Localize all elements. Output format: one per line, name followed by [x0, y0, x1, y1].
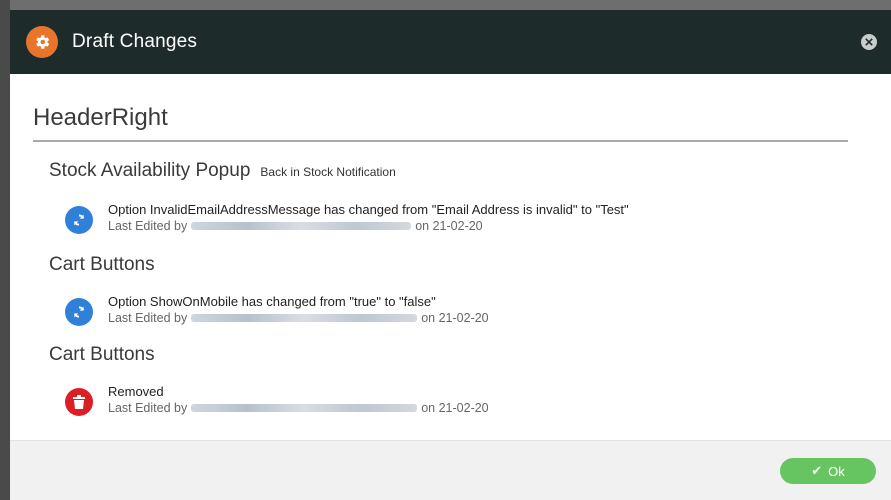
refresh-icon: [65, 298, 93, 326]
change-meta: Last Edited by on 21-02-20: [108, 400, 489, 416]
redacted-email: [191, 222, 412, 230]
edited-by-label: Last Edited by: [108, 311, 188, 325]
component-title: HeaderRight: [33, 104, 168, 131]
trash-icon: [65, 388, 93, 416]
change-meta: Last Edited by on 21-02-20: [108, 310, 489, 326]
dialog-footer: ✔ Ok: [10, 440, 891, 500]
edited-date: on 21-02-20: [415, 219, 483, 233]
draft-changes-dialog: Draft Changes HeaderRight Stock Availabi…: [10, 10, 891, 500]
redacted-email: [191, 314, 418, 322]
section-title: Cart Buttons: [49, 254, 155, 275]
close-icon[interactable]: [861, 34, 877, 50]
edited-date: on 21-02-20: [421, 311, 489, 325]
change-meta: Last Edited by on 21-02-20: [108, 218, 629, 234]
section-heading: Cart Buttons: [49, 344, 155, 366]
change-description: Removed: [108, 384, 164, 399]
divider: [33, 140, 848, 142]
redacted-email: [191, 404, 418, 412]
change-item: Removed Last Edited by on 21-02-20: [65, 384, 489, 416]
section-heading: Stock Availability Popup Back in Stock N…: [49, 160, 396, 182]
ok-label: Ok: [828, 463, 845, 479]
edited-date: on 21-02-20: [421, 401, 489, 415]
change-item: Option InvalidEmailAddressMessage has ch…: [65, 202, 629, 234]
ok-button[interactable]: ✔ Ok: [780, 458, 876, 484]
dialog-body: HeaderRight Stock Availability Popup Bac…: [10, 74, 891, 440]
section-heading: Cart Buttons: [49, 254, 155, 276]
refresh-icon: [65, 206, 93, 234]
change-description: Option InvalidEmailAddressMessage has ch…: [108, 202, 629, 217]
edited-by-label: Last Edited by: [108, 219, 188, 233]
section-title: Cart Buttons: [49, 344, 155, 365]
gear-icon: [26, 26, 58, 58]
dialog-header: Draft Changes: [10, 10, 891, 74]
dialog-title: Draft Changes: [72, 31, 198, 52]
check-icon: ✔: [811, 463, 823, 478]
change-description: Option ShowOnMobile has changed from "tr…: [108, 294, 436, 309]
page-backdrop: [0, 0, 10, 500]
change-item: Option ShowOnMobile has changed from "tr…: [65, 294, 489, 326]
edited-by-label: Last Edited by: [108, 401, 188, 415]
section-subtitle: Back in Stock Notification: [260, 165, 396, 179]
section-title: Stock Availability Popup: [49, 160, 251, 181]
